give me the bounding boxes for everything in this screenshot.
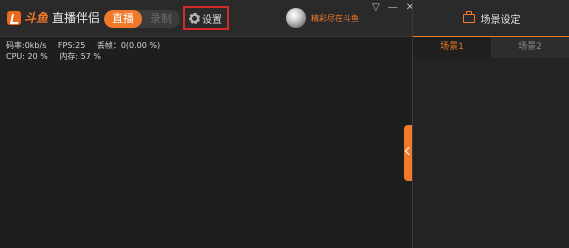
app-window: 斗鱼 直播伴侣 直播 录制 设置 精彩尽在斗鱼 ▽ — ✕ 码率:0kb/s F… [0,0,569,248]
scene-panel-title: 场景设定 [480,14,521,26]
tab-scene-2[interactable]: 场景2 [491,37,569,58]
stats-line-2: CPU: 20 % 内存: 57 % [6,51,169,62]
user-name[interactable]: 精彩尽在斗鱼 [311,13,359,24]
stats-line-1: 码率:0kb/s FPS:25 丢帧：0(0.00 %) [6,40,169,51]
mode-live-button[interactable]: 直播 [104,10,142,28]
dropped-frames-stat: 丢帧：0(0.00 %) [96,41,161,50]
scene-panel: 场景设定 场景1 场景2 [412,0,569,248]
scene-tabs: 场景1 场景2 [413,37,569,58]
memory-stat: 内存: 57 % [59,52,101,61]
tab-scene-1[interactable]: 场景1 [413,37,491,58]
logo: 斗鱼 直播伴侣 [7,9,100,26]
cpu-stat: CPU: 20 % [6,52,48,61]
mode-switch: 直播 录制 [104,10,180,28]
settings-button[interactable]: 设置 [183,6,229,30]
scene-icon [462,10,475,23]
settings-label: 设置 [202,14,222,26]
avatar[interactable] [286,8,306,28]
dropdown-icon[interactable]: ▽ [372,3,380,13]
scene-panel-header: 场景设定 [413,0,569,37]
app-name: 直播伴侣 [52,11,101,25]
gear-icon [189,12,200,24]
title-bar: 斗鱼 直播伴侣 直播 录制 设置 精彩尽在斗鱼 ▽ — ✕ [0,0,414,37]
logo-text: 斗鱼 [24,11,49,25]
window-controls: ▽ — ✕ [372,3,414,13]
mode-record-button[interactable]: 录制 [142,10,180,28]
douyu-logo-icon [7,10,21,25]
minimize-icon[interactable]: — [388,3,398,13]
stream-stats: 码率:0kb/s FPS:25 丢帧：0(0.00 %) CPU: 20 % 内… [6,40,169,62]
bitrate-stat: 码率:0kb/s [6,41,47,50]
fps-stat: FPS:25 [57,41,86,50]
